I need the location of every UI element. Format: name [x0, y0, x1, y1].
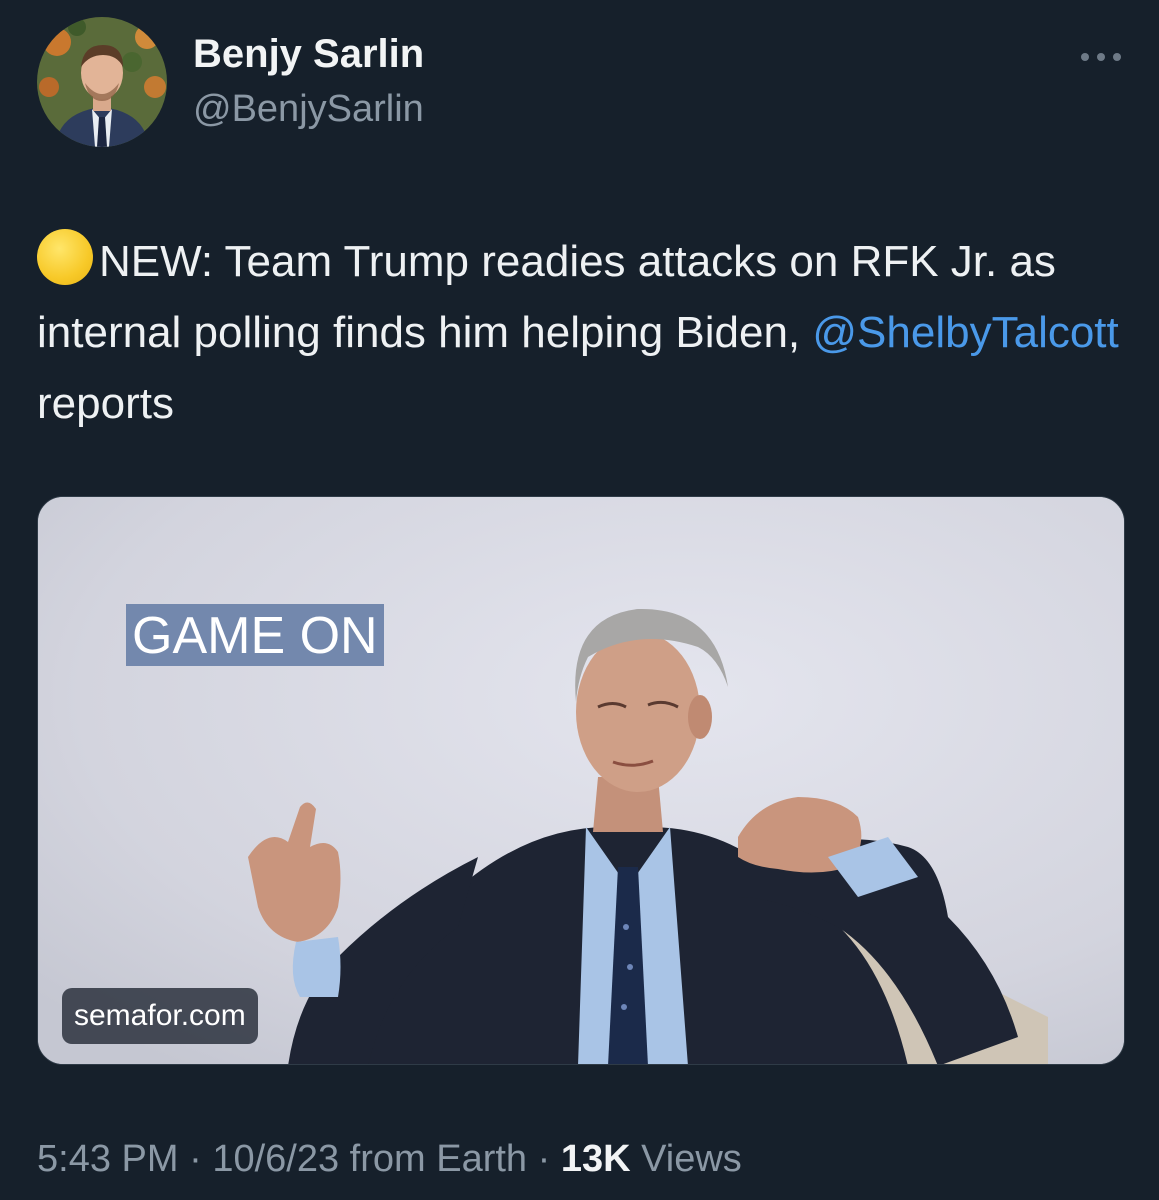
- tweet-text-tail: reports: [37, 379, 174, 428]
- separator: ·: [189, 1138, 202, 1180]
- card-domain-label: semafor.com: [62, 988, 258, 1044]
- avatar-image: [37, 17, 167, 147]
- separator: ·: [537, 1138, 551, 1180]
- yellow-circle-icon: [37, 229, 93, 285]
- avatar[interactable]: [37, 17, 167, 147]
- tweet-metadata: 5:43 PM · 10/6/23 from Earth · 13K Views: [37, 1138, 742, 1181]
- mention-link[interactable]: @ShelbyTalcott: [812, 308, 1118, 357]
- views-count[interactable]: 13K: [561, 1138, 631, 1180]
- author-handle[interactable]: @BenjySarlin: [193, 88, 424, 131]
- link-card[interactable]: GAME ON semafor.com: [37, 496, 1125, 1065]
- card-overlay-title: GAME ON: [126, 604, 384, 666]
- tweet-text: NEW: Team Trump readies attacks on RFK J…: [37, 226, 1137, 439]
- tweet-time[interactable]: 5:43 PM: [37, 1138, 179, 1180]
- article-photo: [38, 497, 1124, 1064]
- tweet-source: from Earth: [349, 1138, 528, 1180]
- tweet-date[interactable]: 10/6/23: [212, 1138, 339, 1180]
- tweet-header: Benjy Sarlin @BenjySarlin: [0, 0, 1159, 170]
- more-options-icon[interactable]: [1077, 44, 1125, 70]
- author-display-name[interactable]: Benjy Sarlin: [193, 32, 424, 77]
- views-label[interactable]: Views: [641, 1138, 742, 1180]
